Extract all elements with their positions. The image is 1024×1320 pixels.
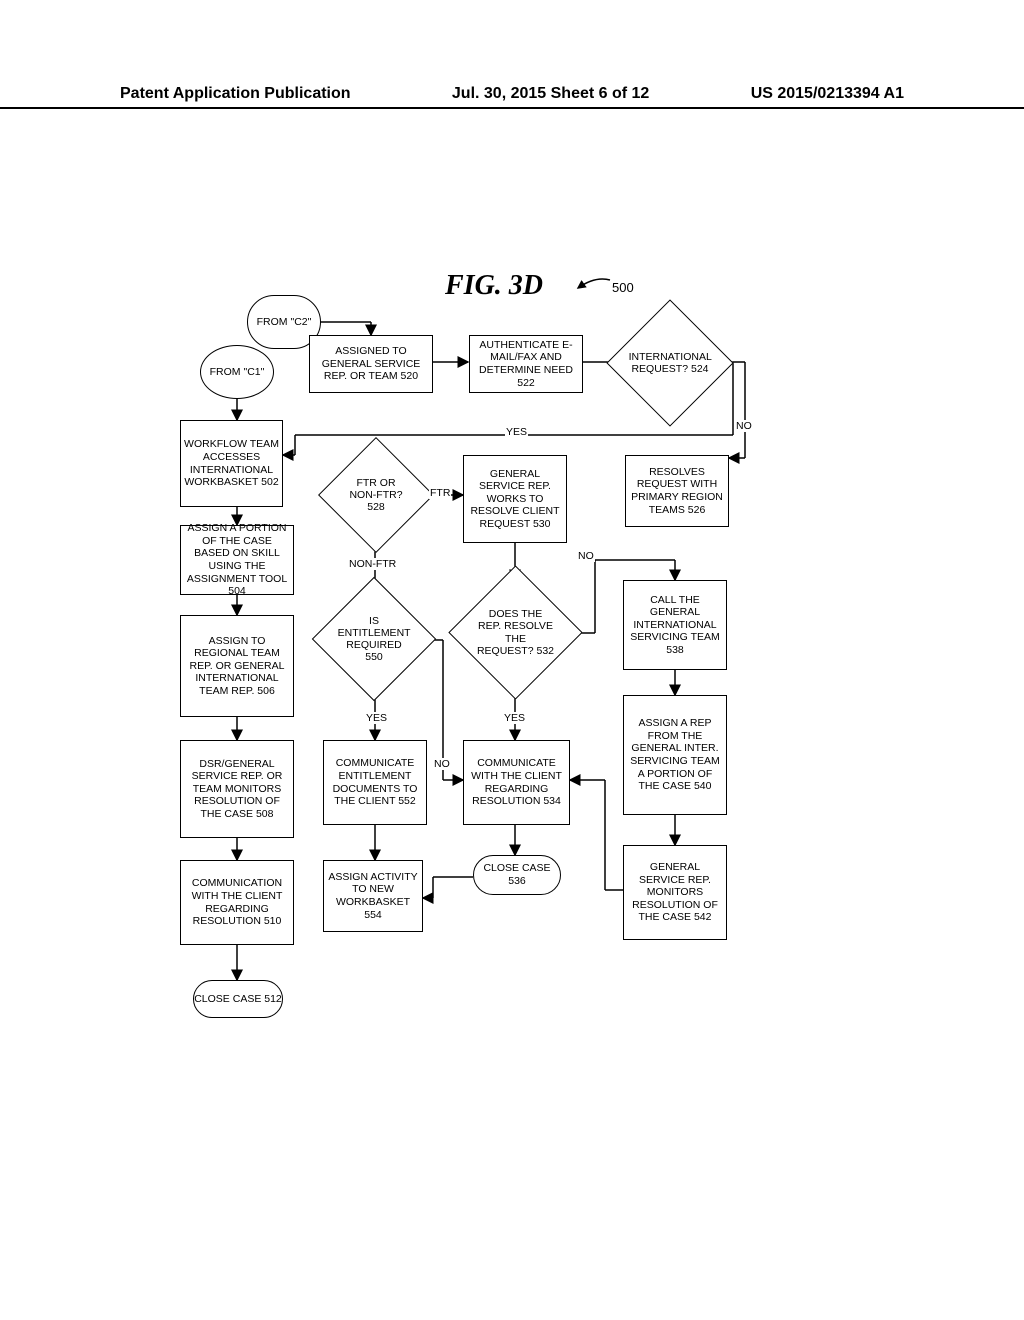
- edge-yes-550: YES: [365, 712, 388, 724]
- header-center: Jul. 30, 2015 Sheet 6 of 12: [452, 85, 649, 103]
- decision-524-text: INTERNATIONAL REQUEST? 524: [629, 351, 712, 375]
- node-534: COMMUNICATE WITH THE CLIENT REGARDING RE…: [463, 740, 570, 825]
- node-538-text: CALL THE GENERAL INTERNATIONAL SERVICING…: [627, 594, 723, 657]
- decision-528: FTR OR NON-FTR? 528: [335, 454, 417, 536]
- terminator-512: CLOSE CASE 512: [193, 980, 283, 1018]
- decision-550-text: IS ENTITLEMENT REQUIRED 550: [338, 615, 411, 663]
- edge-no-532: NO: [577, 550, 595, 562]
- node-530: GENERAL SERVICE REP. WORKS TO RESOLVE CL…: [463, 455, 567, 543]
- node-554: ASSIGN ACTIVITY TO NEW WORKBASKET 554: [323, 860, 423, 932]
- node-508-text: DSR/GENERAL SERVICE REP. OR TEAM MONITOR…: [184, 758, 290, 821]
- connector-c1: FROM "C1": [200, 345, 274, 399]
- edge-no-524: NO: [735, 420, 753, 432]
- terminator-512-text: CLOSE CASE 512: [194, 993, 282, 1006]
- node-526-text: RESOLVES REQUEST WITH PRIMARY REGION TEA…: [629, 466, 725, 516]
- node-510: COMMUNICATION WITH THE CLIENT REGARDING …: [180, 860, 294, 945]
- flowchart-canvas: FROM "C1" FROM "C2" ASSIGNED TO GENERAL …: [175, 260, 825, 1060]
- node-554-text: ASSIGN ACTIVITY TO NEW WORKBASKET 554: [327, 871, 419, 921]
- node-520-text: ASSIGNED TO GENERAL SERVICE REP. OR TEAM…: [313, 345, 429, 383]
- node-502-text: WORKFLOW TEAM ACCESSES INTERNATIONAL WOR…: [184, 438, 279, 488]
- node-506-text: ASSIGN TO REGIONAL TEAM REP. OR GENERAL …: [184, 635, 290, 698]
- node-542-text: GENERAL SERVICE REP. MONITORS RESOLUTION…: [627, 861, 723, 924]
- decision-532: DOES THE REP. RESOLVE THE REQUEST? 532: [468, 585, 563, 680]
- node-510-text: COMMUNICATION WITH THE CLIENT REGARDING …: [184, 877, 290, 927]
- terminator-536-text: CLOSE CASE 536: [474, 862, 560, 887]
- node-534-text: COMMUNICATE WITH THE CLIENT REGARDING RE…: [467, 757, 566, 807]
- node-522: AUTHENTICATE E-MAIL/FAX AND DETERMINE NE…: [469, 335, 583, 393]
- node-508: DSR/GENERAL SERVICE REP. OR TEAM MONITOR…: [180, 740, 294, 838]
- node-552-text: COMMUNICATE ENTITLEMENT DOCUMENTS TO THE…: [327, 757, 423, 807]
- node-522-text: AUTHENTICATE E-MAIL/FAX AND DETERMINE NE…: [473, 339, 579, 389]
- decision-524: INTERNATIONAL REQUEST? 524: [625, 318, 715, 408]
- header-left: Patent Application Publication: [120, 85, 351, 103]
- node-520: ASSIGNED TO GENERAL SERVICE REP. OR TEAM…: [309, 335, 433, 393]
- node-506: ASSIGN TO REGIONAL TEAM REP. OR GENERAL …: [180, 615, 294, 717]
- node-542: GENERAL SERVICE REP. MONITORS RESOLUTION…: [623, 845, 727, 940]
- connector-c1-label: FROM "C1": [210, 366, 265, 378]
- node-526: RESOLVES REQUEST WITH PRIMARY REGION TEA…: [625, 455, 729, 527]
- edge-no-550: NO: [433, 758, 451, 770]
- node-540: ASSIGN A REP FROM THE GENERAL INTER. SER…: [623, 695, 727, 815]
- page-header: Patent Application Publication Jul. 30, …: [0, 85, 1024, 109]
- node-504: ASSIGN A PORTION OF THE CASE BASED ON SK…: [180, 525, 294, 595]
- edge-nonftr: NON-FTR: [348, 558, 397, 570]
- node-552: COMMUNICATE ENTITLEMENT DOCUMENTS TO THE…: [323, 740, 427, 825]
- decision-550: IS ENTITLEMENT REQUIRED 550: [330, 595, 418, 683]
- edge-yes-524: YES: [505, 426, 528, 438]
- edge-yes-532: YES: [503, 712, 526, 724]
- connector-c2-label: FROM "C2": [257, 316, 312, 328]
- edge-ftr: FTR: [429, 487, 451, 499]
- decision-528-text: FTR OR NON-FTR? 528: [343, 477, 409, 513]
- node-540-text: ASSIGN A REP FROM THE GENERAL INTER. SER…: [627, 717, 723, 793]
- terminator-536: CLOSE CASE 536: [473, 855, 561, 895]
- decision-532-text: DOES THE REP. RESOLVE THE REQUEST? 532: [476, 608, 555, 656]
- header-right: US 2015/0213394 A1: [751, 85, 904, 103]
- node-502: WORKFLOW TEAM ACCESSES INTERNATIONAL WOR…: [180, 420, 283, 507]
- node-530-text: GENERAL SERVICE REP. WORKS TO RESOLVE CL…: [467, 468, 563, 531]
- node-538: CALL THE GENERAL INTERNATIONAL SERVICING…: [623, 580, 727, 670]
- node-504-text: ASSIGN A PORTION OF THE CASE BASED ON SK…: [184, 522, 290, 598]
